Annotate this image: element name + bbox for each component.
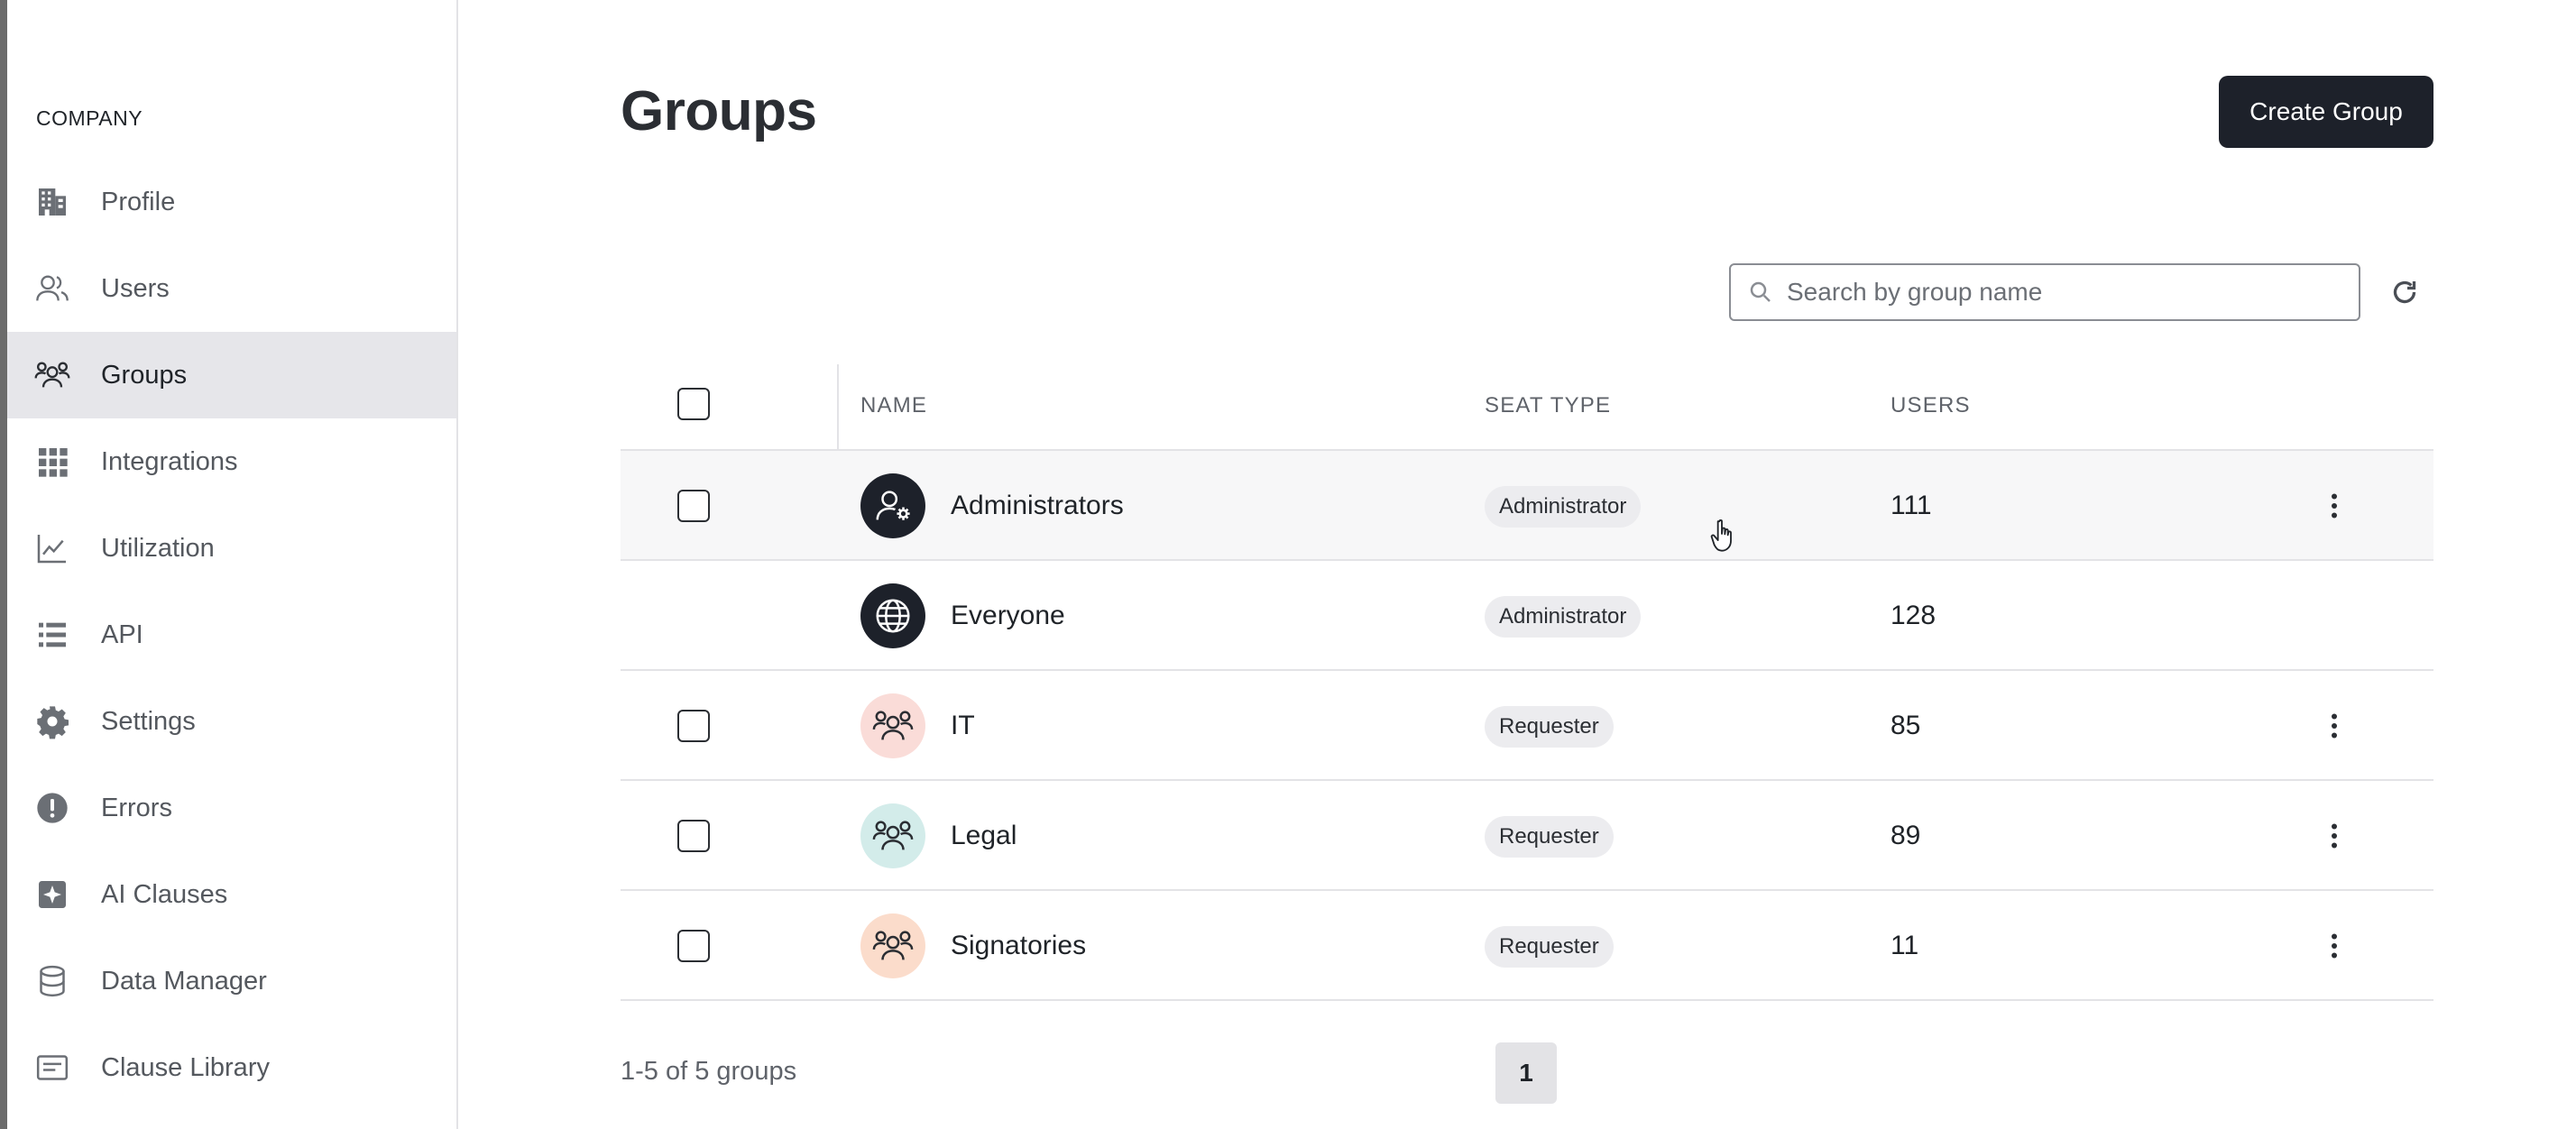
sparkle-icon: [34, 877, 70, 913]
main-content: Groups Create Group NAME SEAT TYPE USERS: [460, 0, 2576, 1129]
admin-gear-icon: [876, 491, 910, 520]
sidebar-item-settings[interactable]: Settings: [7, 678, 456, 765]
column-divider: [837, 364, 839, 451]
row-checkbox[interactable]: [677, 710, 710, 742]
group-name[interactable]: IT: [951, 671, 975, 781]
seat-type-badge: Requester: [1485, 816, 1614, 858]
group-avatar: [860, 913, 925, 978]
sidebar-section-title: COMPANY: [36, 106, 143, 130]
users-count: 11: [1891, 931, 1919, 960]
users-count: 111: [1891, 491, 1932, 520]
search-icon: [1750, 281, 1771, 302]
table-row[interactable]: Everyone Administrator 128: [621, 561, 2433, 671]
group-name[interactable]: Administrators: [951, 451, 1124, 561]
users-count: 85: [1891, 711, 1921, 740]
row-checkbox[interactable]: [677, 820, 710, 852]
app-window: COMPANY Profile Users Groups Integration…: [0, 0, 2576, 1129]
sidebar-item-users[interactable]: Users: [7, 245, 456, 332]
groups-icon: [872, 821, 914, 850]
more-vertical-icon: [2332, 823, 2337, 849]
sidebar-item-label: Profile: [101, 187, 176, 216]
more-vertical-icon: [2332, 713, 2337, 739]
sidebar-item-label: Data Manager: [101, 966, 267, 996]
table-row[interactable]: Signatories Requester 11: [621, 891, 2433, 1001]
seat-type-badge: Requester: [1485, 926, 1614, 968]
group-avatar: [860, 473, 925, 538]
grid-icon: [34, 444, 70, 480]
group-name[interactable]: Legal: [951, 781, 1017, 891]
row-menu-button[interactable]: [2316, 818, 2352, 854]
gear-icon: [34, 703, 70, 739]
card-text-icon: [34, 1050, 70, 1086]
row-menu-button[interactable]: [2316, 928, 2352, 964]
create-group-button[interactable]: Create Group: [2219, 76, 2433, 148]
more-vertical-icon: [2332, 933, 2337, 959]
sidebar-item-label: Clause Library: [101, 1052, 270, 1082]
group-avatar: [860, 583, 925, 648]
alert-icon: [34, 790, 70, 826]
row-checkbox[interactable]: [677, 490, 710, 522]
line-chart-icon: [34, 530, 70, 566]
groups-icon: [872, 931, 914, 960]
row-checkbox[interactable]: [677, 930, 710, 962]
groups-table: NAME SEAT TYPE USERS Administrators Admi…: [621, 361, 2433, 1001]
group-name[interactable]: Everyone: [951, 561, 1065, 671]
users-count: 128: [1891, 601, 1937, 630]
column-header-seat-type[interactable]: SEAT TYPE: [1485, 361, 1611, 451]
table-row[interactable]: Legal Requester 89: [621, 781, 2433, 891]
row-menu-button[interactable]: [2316, 708, 2352, 744]
sidebar-item-data-manager[interactable]: Data Manager: [7, 938, 456, 1024]
search-field[interactable]: [1729, 263, 2360, 321]
group-avatar: [860, 803, 925, 868]
group-avatar: [860, 693, 925, 758]
page-button[interactable]: 1: [1495, 1042, 1557, 1104]
group-name[interactable]: Signatories: [951, 891, 1086, 1001]
sidebar-item-profile[interactable]: Profile: [7, 159, 456, 245]
sidebar-item-label: API: [101, 620, 143, 649]
groups-icon: [34, 357, 70, 393]
sidebar-item-label: Groups: [101, 360, 188, 390]
sidebar-item-label: Users: [101, 273, 170, 303]
seat-type-badge: Administrator: [1485, 596, 1642, 638]
sidebar-item-label: Errors: [101, 793, 172, 822]
seat-type-badge: Requester: [1485, 706, 1614, 748]
sidebar-item-label: AI Clauses: [101, 879, 228, 909]
list-icon: [34, 617, 70, 653]
column-header-users[interactable]: USERS: [1891, 361, 1971, 451]
more-vertical-icon: [2332, 493, 2337, 519]
pagination-summary: 1-5 of 5 groups: [621, 1057, 797, 1086]
globe-icon: [876, 599, 910, 633]
page-title: Groups: [621, 80, 817, 142]
sidebar-item-label: Utilization: [101, 533, 215, 563]
users-icon: [34, 271, 70, 307]
refresh-button[interactable]: [2387, 274, 2423, 310]
sidebar-item-ai-clauses[interactable]: AI Clauses: [7, 851, 456, 938]
table-row[interactable]: IT Requester 85: [621, 671, 2433, 781]
building-icon: [34, 184, 70, 220]
select-all-checkbox[interactable]: [677, 388, 710, 420]
users-count: 89: [1891, 821, 1921, 850]
groups-icon: [872, 711, 914, 740]
sidebar-item-clause-library[interactable]: Clause Library: [7, 1024, 456, 1111]
sidebar-item-label: Settings: [101, 706, 196, 736]
table-header: NAME SEAT TYPE USERS: [621, 361, 2433, 451]
sidebar-item-api[interactable]: API: [7, 592, 456, 678]
window-edge: [0, 0, 7, 1129]
sidebar-item-label: Integrations: [101, 446, 238, 476]
sidebar-item-errors[interactable]: Errors: [7, 765, 456, 851]
database-icon: [34, 963, 70, 999]
table-row[interactable]: Administrators Administrator 111: [621, 451, 2433, 561]
sidebar: COMPANY Profile Users Groups Integration…: [7, 0, 458, 1129]
search-input[interactable]: [1787, 278, 2346, 307]
refresh-icon: [2393, 280, 2416, 304]
sidebar-item-utilization[interactable]: Utilization: [7, 505, 456, 592]
seat-type-badge: Administrator: [1485, 486, 1642, 528]
sidebar-item-integrations[interactable]: Integrations: [7, 418, 456, 505]
row-menu-button[interactable]: [2316, 488, 2352, 524]
sidebar-item-groups[interactable]: Groups: [7, 332, 456, 418]
column-header-name[interactable]: NAME: [860, 361, 927, 451]
